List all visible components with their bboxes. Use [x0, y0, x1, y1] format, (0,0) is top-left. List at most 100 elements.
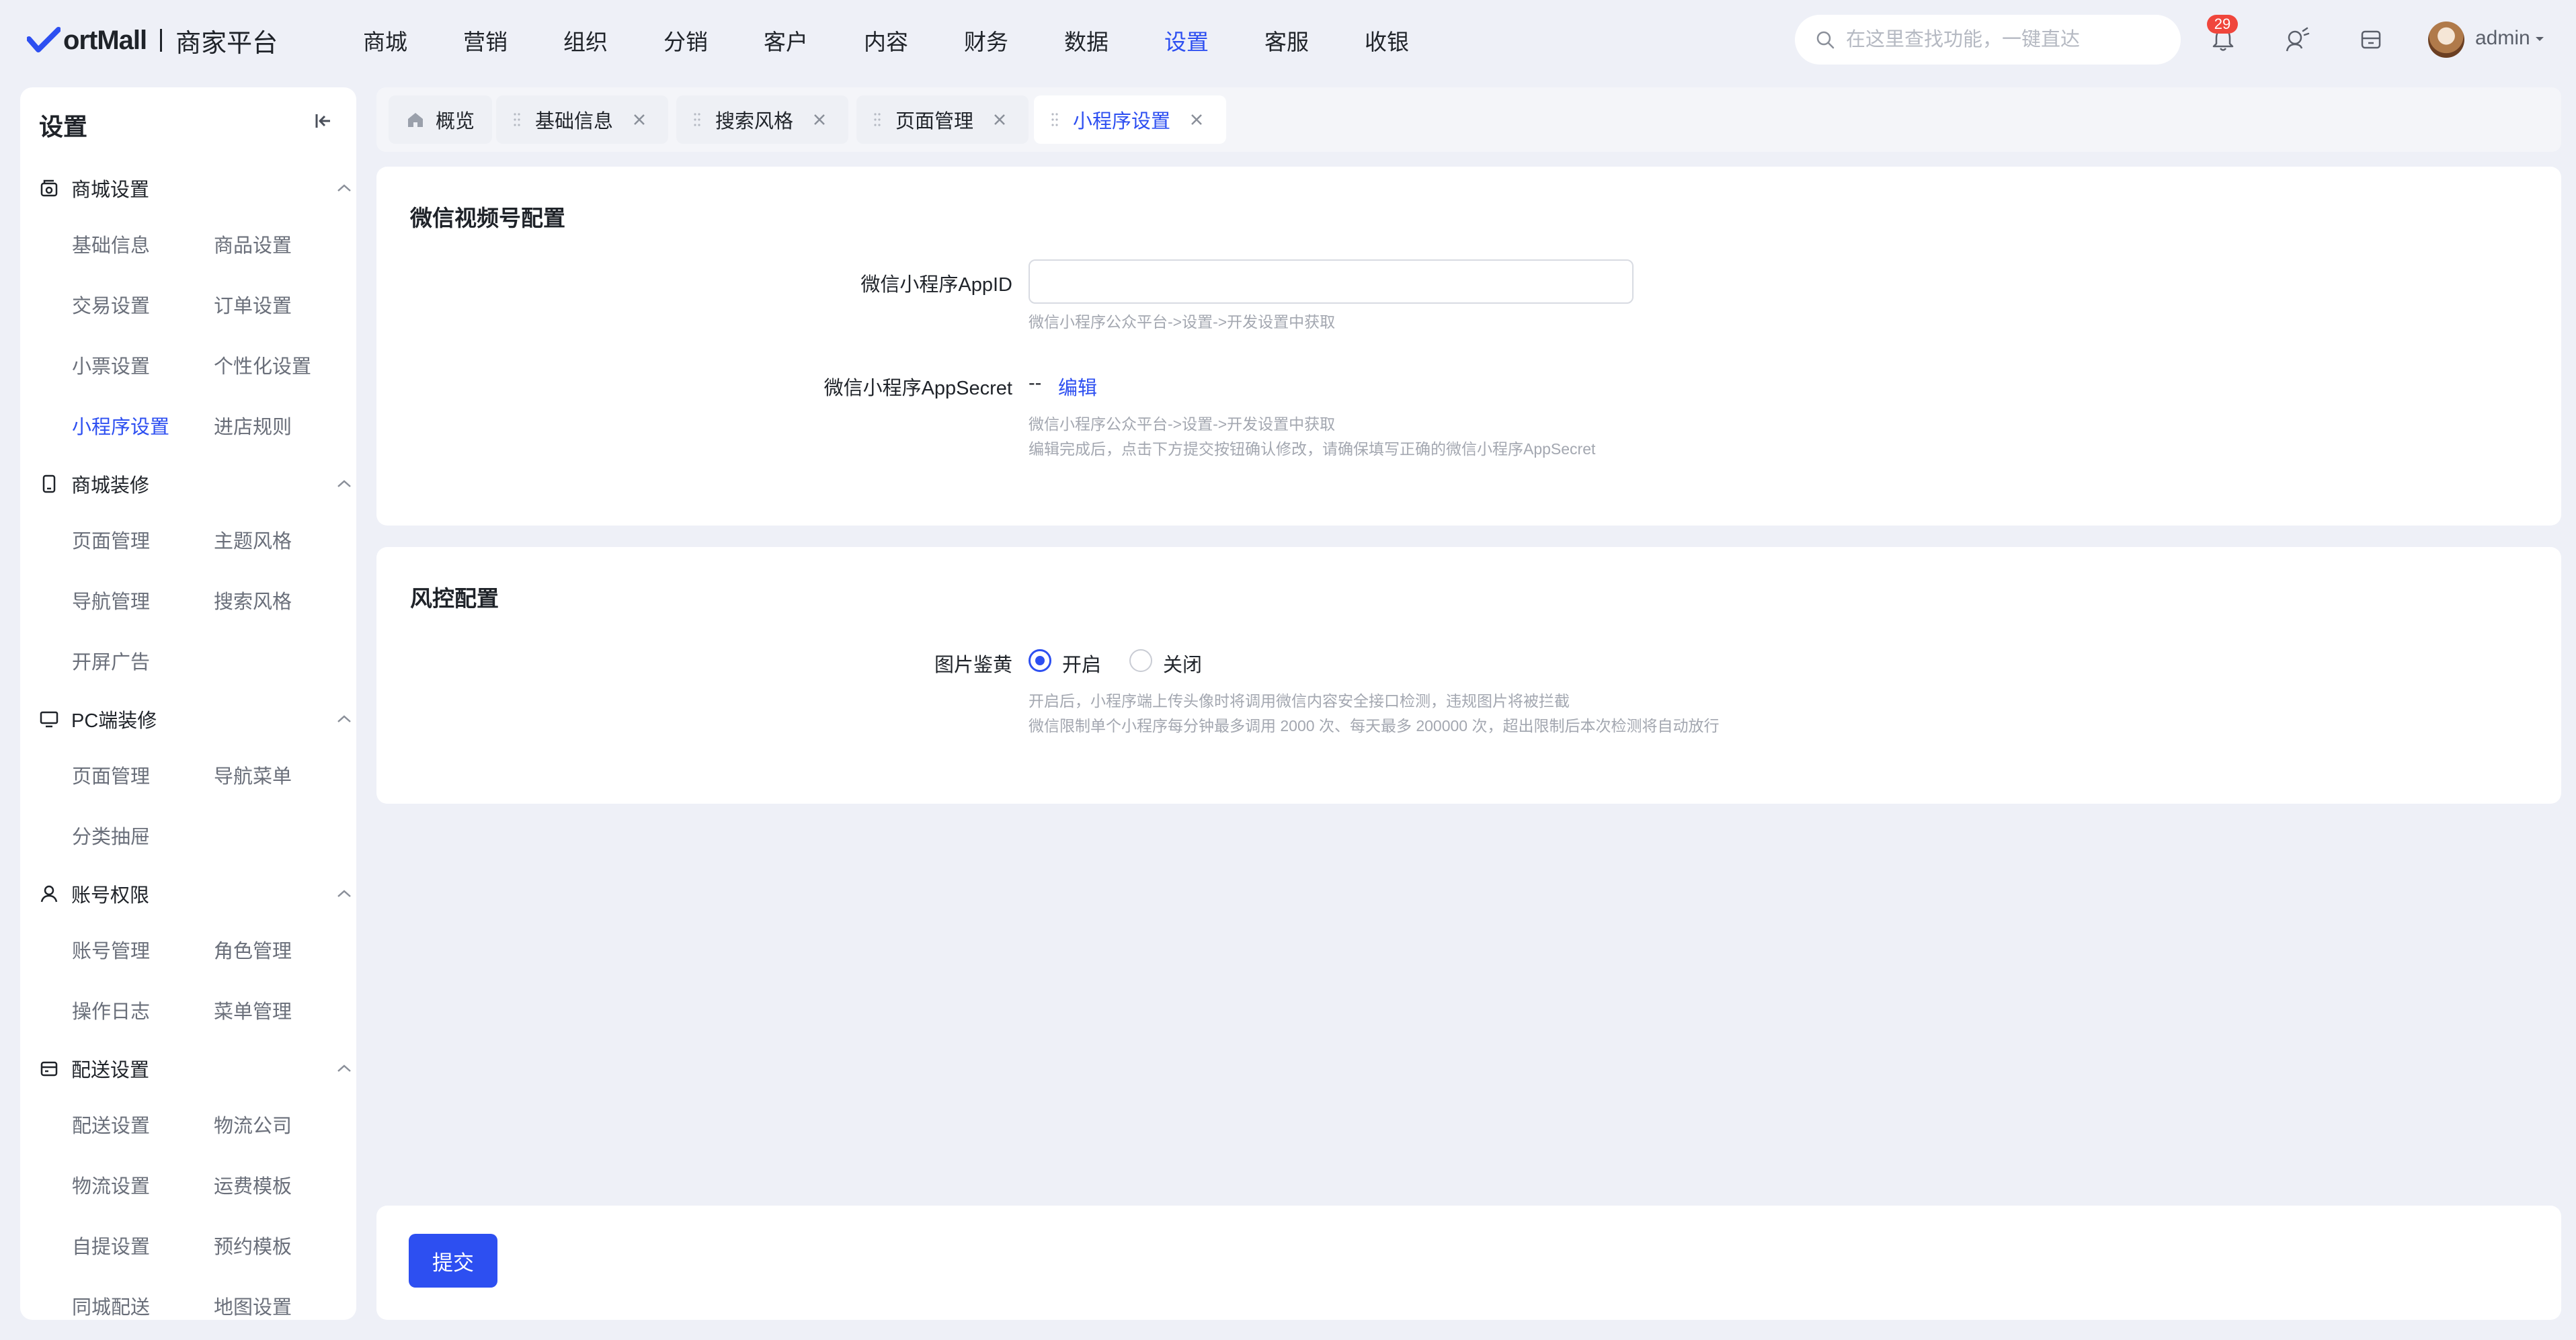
drag-handle-icon[interactable] [874, 112, 881, 127]
radio-off[interactable] [1129, 649, 1152, 672]
radio-off-label[interactable]: 关闭 [1163, 649, 1202, 677]
sidebar-item-logistics-settings[interactable]: 物流设置 [72, 1171, 150, 1199]
tab-search-style[interactable]: 搜索风格 [676, 95, 848, 144]
image-check-label: 图片鉴黄 [934, 655, 1012, 676]
chevron-up-icon[interactable] [336, 888, 352, 899]
brand-subtitle: 商家平台 [175, 29, 278, 58]
sidebar-item-goods-settings[interactable]: 商品设置 [214, 230, 292, 258]
sidebar-item-trade-settings[interactable]: 交易设置 [72, 290, 150, 319]
collapse-sidebar-icon[interactable] [313, 110, 334, 132]
sidebar-item-freight-template[interactable]: 运费模板 [214, 1171, 292, 1199]
sidebar-item-nav-menu[interactable]: 导航菜单 [214, 761, 292, 789]
delivery-icon [40, 1061, 58, 1077]
sidebar-item-role-management[interactable]: 角色管理 [214, 935, 292, 964]
sidebar-item-store-entry-rules[interactable]: 进店规则 [214, 411, 292, 439]
topnav-item-distribution[interactable]: 分销 [663, 24, 708, 56]
global-search[interactable] [1795, 15, 2181, 65]
tab-basic-info[interactable]: 基础信息 [496, 95, 668, 144]
sidebar-item-delivery-settings[interactable]: 配送设置 [72, 1110, 150, 1138]
appsecret-label: 微信小程序AppSecret [823, 378, 1012, 399]
sidebar-item-operation-log[interactable]: 操作日志 [72, 996, 150, 1024]
drag-handle-icon[interactable] [1051, 112, 1058, 127]
top-header: ortMall 商家平台 商城 营销 组织 分销 客户 内容 财务 数据 设置 … [0, 0, 2576, 81]
tab-page-management[interactable]: 页面管理 [856, 95, 1029, 144]
sidebar-item-logistics-company[interactable]: 物流公司 [214, 1110, 292, 1138]
appid-input[interactable] [1029, 259, 1634, 304]
sidebar-group-head[interactable]: 商城设置 [39, 175, 149, 202]
radio-on[interactable] [1029, 649, 1051, 672]
appsecret-help: 微信小程序公众平台->设置->开发设置中获取 [1029, 415, 1336, 433]
sidebar-item-miniprogram-settings[interactable]: 小程序设置 [72, 411, 169, 439]
topnav-item-finance[interactable]: 财务 [964, 24, 1008, 56]
user-avatar[interactable] [2428, 22, 2464, 58]
close-icon[interactable] [812, 112, 827, 127]
shop-icon[interactable] [2357, 26, 2385, 54]
sidebar-item-personalization[interactable]: 个性化设置 [214, 351, 311, 379]
sidebar-group-head[interactable]: 配送设置 [39, 1055, 149, 1082]
edit-appsecret-link[interactable]: 编辑 [1058, 372, 1097, 401]
drag-handle-icon[interactable] [514, 112, 520, 127]
topnav-item-mall[interactable]: 商城 [363, 24, 407, 56]
search-input[interactable] [1846, 28, 2169, 51]
page-tabs: 概览 基础信息 搜索风格 页面管理 小程序设置 [376, 87, 2561, 152]
close-icon[interactable] [1189, 112, 1204, 127]
headset-service-icon[interactable] [2283, 26, 2311, 54]
radio-on-label[interactable]: 开启 [1062, 649, 1101, 677]
sidebar-item-nav-management[interactable]: 导航管理 [72, 586, 150, 614]
sidebar-item-order-settings[interactable]: 订单设置 [214, 290, 292, 319]
sidebar-item-reservation-template[interactable]: 预约模板 [214, 1231, 292, 1259]
topnav-item-cashier[interactable]: 收银 [1365, 24, 1409, 56]
logo-divider [160, 29, 163, 52]
notification-badge: 29 [2207, 15, 2238, 34]
sidebar-item-account-management[interactable]: 账号管理 [72, 935, 150, 964]
sidebar-group-label: 配送设置 [71, 1060, 150, 1081]
topnav-item-org[interactable]: 组织 [563, 24, 608, 56]
store-icon [40, 179, 58, 197]
close-icon[interactable] [632, 112, 647, 127]
sidebar-group-head[interactable]: PC端装修 [39, 706, 157, 732]
wechat-config-card: 微信视频号配置 微信小程序AppID 微信小程序公众平台->设置->开发设置中获… [376, 167, 2561, 526]
close-icon[interactable] [992, 112, 1007, 127]
user-icon [40, 885, 58, 903]
caret-down-icon[interactable] [2534, 34, 2545, 44]
sidebar-item-page-management[interactable]: 页面管理 [72, 526, 150, 554]
submit-button[interactable]: 提交 [409, 1234, 497, 1288]
user-name[interactable]: admin [2475, 27, 2530, 50]
topnav-item-content[interactable]: 内容 [864, 24, 908, 56]
sidebar-item-search-style[interactable]: 搜索风格 [214, 586, 292, 614]
chevron-up-icon[interactable] [336, 183, 352, 194]
sidebar-group-head[interactable]: 账号权限 [39, 880, 149, 907]
topnav-item-marketing[interactable]: 营销 [463, 24, 508, 56]
topnav-item-settings[interactable]: 设置 [1164, 24, 1209, 56]
chevron-up-icon[interactable] [336, 478, 352, 489]
tab-miniprogram-settings[interactable]: 小程序设置 [1034, 95, 1226, 144]
sidebar-item-theme-style[interactable]: 主题风格 [214, 526, 292, 554]
sidebar-item-menu-management[interactable]: 菜单管理 [214, 996, 292, 1024]
sidebar-item-basic-info[interactable]: 基础信息 [72, 230, 150, 258]
sidebar-item-receipt-settings[interactable]: 小票设置 [72, 351, 150, 379]
drag-handle-icon[interactable] [694, 112, 700, 127]
brand-name: ortMall [63, 25, 147, 55]
sidebar-title: 设置 [39, 113, 88, 140]
topnav-item-service[interactable]: 客服 [1264, 24, 1309, 56]
sidebar-item-map-settings[interactable]: 地图设置 [214, 1292, 292, 1320]
sidebar-item-same-city-delivery[interactable]: 同城配送 [72, 1292, 150, 1320]
image-check-limit-help: 微信限制单个小程序每分钟最多调用 2000 次、每天最多 200000 次，超出… [1029, 717, 1720, 735]
sidebar-group-head[interactable]: 商城装修 [39, 470, 149, 497]
tab-label: 小程序设置 [1073, 111, 1171, 132]
sidebar-item-pickup-settings[interactable]: 自提设置 [72, 1231, 150, 1259]
logo[interactable]: ortMall 商家平台 [27, 20, 278, 60]
chevron-up-icon[interactable] [336, 714, 352, 724]
tab-label: 基础信息 [535, 111, 614, 132]
tab-label: 概览 [436, 111, 475, 132]
sidebar-item-pc-page-management[interactable]: 页面管理 [72, 761, 150, 789]
tab-overview[interactable]: 概览 [389, 95, 492, 144]
chevron-up-icon[interactable] [336, 1063, 352, 1074]
topnav-item-data[interactable]: 数据 [1064, 24, 1109, 56]
sidebar-item-category-drawer[interactable]: 分类抽屉 [72, 821, 150, 849]
tab-label: 搜索风格 [715, 111, 794, 132]
sidebar-item-splash-ad[interactable]: 开屏广告 [72, 646, 150, 675]
image-check-help: 开启后，小程序端上传头像时将调用微信内容安全接口检测，违规图片将被拦截 [1029, 692, 1570, 710]
topnav-item-customer[interactable]: 客户 [764, 24, 808, 56]
appsecret-help-note: 编辑完成后，点击下方提交按钮确认修改，请确保填写正确的微信小程序AppSecre… [1029, 440, 1596, 458]
